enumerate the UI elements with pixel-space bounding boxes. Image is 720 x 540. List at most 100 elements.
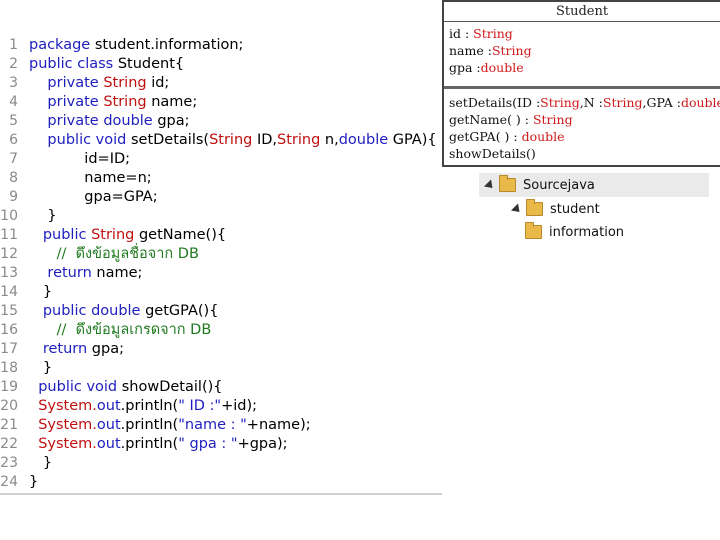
code-line[interactable]: private String name; (29, 93, 197, 112)
line-number: 16 (0, 322, 18, 338)
uml-attribute: gpa :double (449, 59, 524, 76)
code-line[interactable]: public String getName(){ (29, 226, 226, 245)
code-token: .println( (120, 417, 179, 433)
code-line[interactable]: } (29, 454, 52, 473)
line-number: 15 (0, 303, 18, 319)
uml-token: String (532, 112, 573, 127)
tree-item-label: Sourcejava (523, 177, 595, 193)
code-token: System. (29, 398, 97, 414)
code-line[interactable]: public class Student{ (29, 55, 184, 74)
code-token: } (29, 284, 53, 300)
code-token: +id); (221, 398, 258, 414)
uml-token: setDetails(ID : (449, 95, 541, 110)
code-line[interactable]: public void showDetail(){ (29, 378, 222, 397)
uml-token: String (602, 95, 643, 110)
line-number: 20 (0, 398, 18, 414)
tree-item-label: information (549, 224, 625, 240)
code-token: public class (29, 56, 118, 72)
code-token: String (209, 132, 257, 148)
line-number: 1 (9, 37, 18, 53)
code-token: private (29, 94, 104, 110)
line-number: 24 (0, 474, 18, 490)
uml-token: ,N : (579, 95, 603, 110)
code-token: name; (96, 265, 143, 281)
code-line[interactable]: name=n; (29, 169, 151, 188)
code-line[interactable]: } (29, 359, 52, 378)
code-token: public double (29, 303, 146, 319)
code-line[interactable]: public double getGPA(){ (29, 302, 219, 321)
line-number-gutter: 1 2 3 4 5 6 7 8 9 10 11 12 13 14 15 16 17 18 19 20 21 22 23 24 (0, 30, 22, 495)
line-number: 23 (0, 455, 18, 471)
uml-token: gpa : (449, 60, 481, 75)
code-token: String (103, 75, 152, 91)
expand-arrow-icon[interactable] (510, 202, 524, 216)
code-line[interactable]: gpa=GPA; (29, 188, 158, 207)
uml-token: String (473, 26, 513, 41)
code-token: System. (29, 436, 97, 452)
code-token: gpa; (91, 341, 124, 357)
tree-item-sourcejava[interactable]: Sourcejava (483, 174, 595, 196)
line-number: 9 (9, 189, 18, 205)
uml-class-diagram: Student id : String name :String gpa :doub… (442, 0, 720, 167)
code-token: private (29, 75, 104, 91)
code-token: String (91, 227, 139, 243)
code-token: public void (29, 379, 122, 395)
uml-token: String (540, 95, 580, 110)
code-token: return (29, 341, 92, 357)
code-line[interactable]: System.out.println("name : "+name); (29, 416, 310, 435)
uml-token: name : (449, 43, 492, 58)
code-line[interactable]: } (29, 473, 38, 492)
line-number: 5 (9, 113, 18, 129)
folder-icon (525, 222, 542, 239)
code-token: } (29, 208, 57, 224)
code-token: .println( (120, 436, 179, 452)
code-line[interactable]: // ดึงข้อมูลเกรดจาก DB (29, 321, 212, 340)
line-number: 10 (0, 208, 18, 224)
tree-item-information[interactable]: information (525, 221, 624, 243)
code-line[interactable]: System.out.println(" gpa : "+gpa); (29, 435, 288, 454)
uml-methods-section: setDetails(ID :String,N :String,GPA :dou… (444, 89, 720, 165)
code-token: showDetail(){ (121, 379, 223, 395)
code-line[interactable]: return gpa; (29, 340, 124, 359)
code-token: public (29, 227, 92, 243)
line-number: 7 (9, 151, 18, 167)
line-number: 3 (9, 75, 18, 91)
uml-token: showDetails() (449, 146, 536, 161)
code-line[interactable]: return name; (29, 264, 142, 283)
code-line[interactable]: private String id; (29, 74, 169, 93)
line-number: 17 (0, 341, 18, 357)
uml-attribute: id : String (449, 25, 513, 42)
code-line[interactable]: System.out.println(" ID :"+id); (29, 397, 257, 416)
code-token: // ดึงข้อมูลชื่อจาก DB (29, 246, 199, 262)
code-line[interactable]: public void setDetails(String ID,String … (29, 131, 436, 150)
editor-bottom-border (0, 493, 442, 495)
code-line[interactable]: private double gpa; (29, 112, 189, 131)
uml-method: getName( ) : String (449, 111, 573, 128)
line-number: 13 (0, 265, 18, 281)
code-token: package (29, 37, 95, 53)
code-token: getName(){ (138, 227, 227, 243)
code-token: public void (29, 132, 131, 148)
uml-method: setDetails(ID :String,N :String,GPA :dou… (449, 94, 720, 111)
tree-item-student[interactable]: student (510, 198, 600, 220)
code-line[interactable]: } (29, 207, 57, 226)
uml-token: id : (449, 26, 474, 41)
code-token: // ดึงข้อมูลเกรดจาก DB (29, 322, 212, 338)
line-number: 11 (0, 227, 18, 243)
line-number: 19 (0, 379, 18, 395)
folder-icon (526, 199, 543, 216)
code-token: gpa=GPA; (29, 189, 158, 205)
code-line[interactable]: id=ID; (29, 150, 130, 169)
code-token: .println( (120, 398, 179, 414)
code-line[interactable]: } (29, 283, 52, 302)
expand-arrow-icon[interactable] (483, 178, 497, 192)
uml-method: showDetails() (449, 145, 536, 162)
code-token: +gpa); (237, 436, 288, 452)
code-token: out (96, 417, 121, 433)
project-tree[interactable]: Sourcejava student information (479, 173, 709, 246)
code-token: id; (151, 75, 170, 91)
code-line[interactable]: package student.information; (29, 36, 243, 55)
line-number: 12 (0, 246, 18, 262)
code-line[interactable]: // ดึงข้อมูลชื่อจาก DB (29, 245, 199, 264)
code-token: } (29, 455, 53, 471)
